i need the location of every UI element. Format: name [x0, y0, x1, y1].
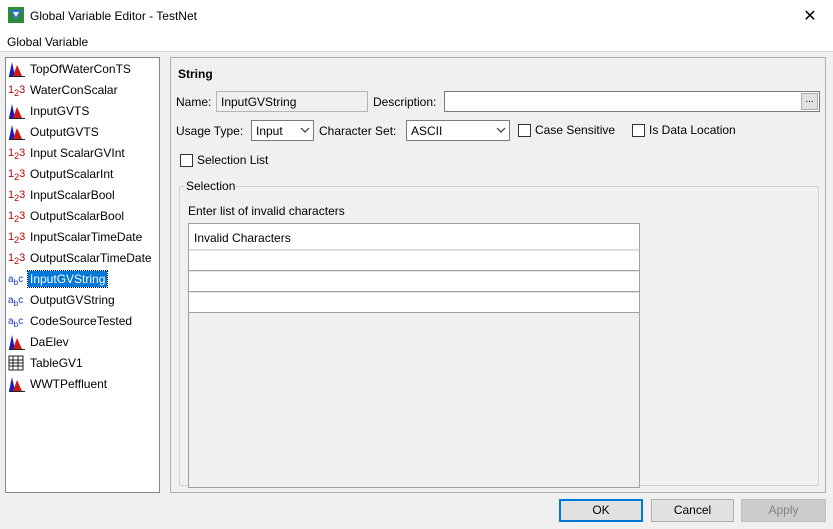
usage-type-select[interactable]: Input [251, 120, 314, 141]
tree-item-label: DaElev [30, 335, 69, 349]
tree-item-label: TableGV1 [30, 356, 83, 370]
case-sensitive-checkbox[interactable]: Case Sensitive [518, 123, 615, 137]
close-button[interactable]: ✕ [787, 0, 833, 31]
tree-item-label: WaterConScalar [30, 83, 118, 97]
tree-item[interactable]: 123 Input ScalarGVInt [8, 144, 127, 162]
selection-instruction: Enter list of invalid characters [188, 204, 345, 218]
selection-list-label: Selection List [197, 153, 269, 167]
scalar-icon: 123 [8, 210, 26, 225]
tree-item[interactable]: 123 OutputScalarInt [8, 165, 115, 183]
checkbox-box [180, 153, 193, 167]
tree-item[interactable]: abc InputGVString [8, 270, 109, 288]
timeseries-icon [8, 124, 28, 140]
apply-button[interactable]: Apply [741, 499, 826, 522]
timeseries-icon [8, 103, 28, 119]
string-icon: abc [8, 295, 24, 308]
title-bar: Global Variable Editor - TestNet ✕ [0, 0, 833, 31]
tree-item[interactable]: TopOfWaterConTS [8, 60, 133, 78]
selection-list-checkbox[interactable]: Selection List [180, 153, 268, 167]
timeseries-icon [8, 376, 28, 392]
section-title: String [178, 67, 213, 81]
chevron-down-icon [300, 127, 310, 133]
usage-type-label: Usage Type: [176, 124, 244, 138]
menu-global-variable[interactable]: Global Variable [7, 35, 88, 49]
name-field[interactable]: InputGVString [216, 91, 368, 112]
scalar-icon: 123 [8, 84, 26, 99]
tree-item[interactable]: InputGVTS [8, 102, 91, 120]
tree-item-label: InputScalarTimeDate [30, 230, 143, 244]
tree-item-label: WWTPeffluent [30, 377, 108, 391]
chevron-down-icon [496, 127, 506, 133]
tree-item-label: OutputScalarBool [30, 209, 125, 223]
tree-item-label: OutputScalarTimeDate [30, 251, 152, 265]
close-icon: ✕ [803, 7, 817, 25]
window-title: Global Variable Editor - TestNet [30, 9, 197, 23]
tree-item[interactable]: TableGV1 [8, 354, 85, 372]
tree-item[interactable]: OutputGVTS [8, 123, 101, 141]
cancel-button[interactable]: Cancel [651, 499, 734, 522]
timeseries-icon [8, 61, 28, 77]
tree-item-label: InputScalarBool [30, 188, 115, 202]
tree-item[interactable]: abc OutputGVString [8, 291, 117, 309]
scalar-icon: 123 [8, 189, 26, 204]
selection-group-title: Selection [185, 179, 237, 193]
selection-group: Selection Enter list of invalid characte… [179, 179, 819, 488]
description-browse-button[interactable]: ... [801, 93, 818, 110]
app-icon [8, 7, 24, 23]
charset-value: ASCII [411, 124, 443, 138]
ok-button[interactable]: OK [559, 499, 643, 522]
tree-item-label: OutputGVString [30, 293, 115, 307]
checkbox-box [518, 123, 531, 137]
tree-item[interactable]: 123 InputScalarTimeDate [8, 228, 144, 246]
checkbox-box [632, 123, 645, 137]
is-data-location-label: Is Data Location [649, 123, 736, 137]
table-icon [8, 355, 28, 371]
description-field[interactable]: ... [444, 91, 820, 112]
invalid-characters-grid[interactable]: Invalid Characters [188, 223, 640, 488]
grid-row[interactable] [189, 250, 639, 271]
tree-item[interactable]: DaElev [8, 333, 71, 351]
usage-type-value: Input [256, 124, 283, 138]
charset-label: Character Set: [319, 124, 397, 138]
charset-select[interactable]: ASCII [406, 120, 510, 141]
tree-item-label: InputGVString [26, 270, 109, 288]
scalar-icon: 123 [8, 168, 26, 183]
case-sensitive-label: Case Sensitive [535, 123, 616, 137]
variable-tree[interactable]: TopOfWaterConTS 123 WaterConScalar InputGVT… [5, 57, 160, 493]
tree-item[interactable]: 123 WaterConScalar [8, 81, 120, 99]
tree-item[interactable]: 123 OutputScalarTimeDate [8, 249, 154, 267]
tree-item[interactable]: 123 OutputScalarBool [8, 207, 126, 225]
tree-item-label: OutputScalarInt [30, 167, 114, 181]
tree-item-label: Input ScalarGVInt [30, 146, 125, 160]
tree-item-label: InputGVTS [30, 104, 90, 118]
grid-row[interactable] [189, 292, 639, 313]
tree-item-label: OutputGVTS [30, 125, 99, 139]
tree-item[interactable]: WWTPeffluent [8, 375, 109, 393]
timeseries-icon [8, 334, 28, 350]
menu-bar: Global Variable [0, 31, 833, 52]
tree-item-label: CodeSourceTested [30, 314, 133, 328]
scalar-icon: 123 [8, 231, 26, 246]
description-label: Description: [373, 95, 437, 109]
grid-row[interactable] [189, 271, 639, 292]
tree-item[interactable]: 123 InputScalarBool [8, 186, 117, 204]
scalar-icon: 123 [8, 147, 26, 162]
scalar-icon: 123 [8, 252, 26, 267]
string-icon: abc [8, 274, 24, 287]
name-label: Name: [176, 95, 212, 109]
properties-panel: String Name: InputGVString Description: … [170, 57, 826, 493]
is-data-location-checkbox[interactable]: Is Data Location [632, 123, 736, 137]
tree-item-label: TopOfWaterConTS [30, 62, 131, 76]
grid-column-header[interactable]: Invalid Characters [189, 224, 639, 250]
tree-item[interactable]: abc CodeSourceTested [8, 312, 134, 330]
string-icon: abc [8, 316, 24, 329]
